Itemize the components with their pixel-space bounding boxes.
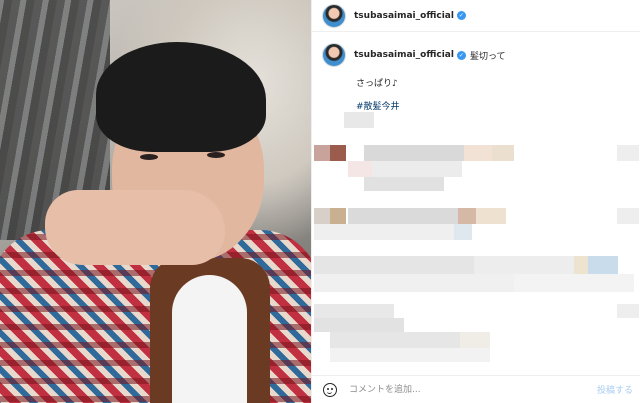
photo-eye — [207, 152, 225, 158]
blur-block — [348, 161, 372, 177]
blur-block — [474, 256, 574, 274]
blur-block — [314, 208, 330, 224]
blur-block — [330, 145, 346, 161]
blur-block — [364, 177, 444, 191]
comment-input[interactable] — [347, 383, 597, 396]
blur-block — [588, 256, 618, 274]
caption-username[interactable]: tsubasaimai_official — [354, 50, 454, 60]
blurred-comments — [312, 110, 640, 376]
blur-block — [476, 208, 506, 224]
photo-hair — [96, 42, 266, 152]
user-avatar[interactable] — [322, 3, 346, 28]
blur-block — [514, 274, 634, 292]
blur-block — [458, 208, 476, 224]
blur-block — [330, 208, 346, 224]
header-username[interactable]: tsubasaimai_official — [354, 11, 454, 21]
post-photo — [0, 0, 311, 403]
verified-badge-icon: ✓ — [456, 50, 466, 60]
blur-block — [330, 332, 460, 348]
blur-block — [460, 332, 490, 348]
post-caption: tsubasaimai_official ✓ 髪切って さっぱり♪ #散髪今井 — [312, 43, 640, 112]
blur-block — [617, 145, 639, 161]
comment-bar: 投稿する — [312, 375, 640, 403]
post-side-panel: tsubasaimai_official ✓ tsubasaimai_offic… — [311, 0, 640, 403]
photo-eye — [140, 154, 158, 160]
blur-block — [314, 224, 454, 240]
blur-block — [348, 208, 458, 224]
blur-block — [617, 208, 639, 224]
blur-block — [364, 145, 464, 161]
post-header: tsubasaimai_official ✓ — [312, 0, 640, 32]
emoji-smile-icon[interactable] — [323, 382, 337, 397]
photo-hand — [45, 190, 225, 265]
verified-badge-icon: ✓ — [456, 11, 466, 20]
blur-block — [344, 112, 374, 128]
blur-block — [574, 256, 588, 274]
blur-block — [314, 318, 404, 332]
caption-body: さっぱり♪ — [356, 79, 398, 89]
photo-tshirt — [172, 275, 247, 403]
blur-block — [330, 348, 490, 362]
blur-block — [372, 161, 462, 177]
blur-block — [454, 224, 472, 240]
caption-title: 髪切って — [469, 51, 506, 62]
blur-block — [464, 145, 492, 161]
blur-block — [314, 145, 330, 161]
blur-block — [492, 145, 514, 161]
post-comment-button[interactable]: 投稿する — [597, 383, 633, 396]
caption-row: tsubasaimai_official ✓ 髪切って — [312, 43, 640, 67]
blur-block — [314, 304, 394, 318]
blur-block — [314, 256, 474, 274]
blur-block — [314, 274, 514, 292]
caption-avatar[interactable] — [322, 43, 346, 67]
blur-block — [617, 304, 639, 318]
